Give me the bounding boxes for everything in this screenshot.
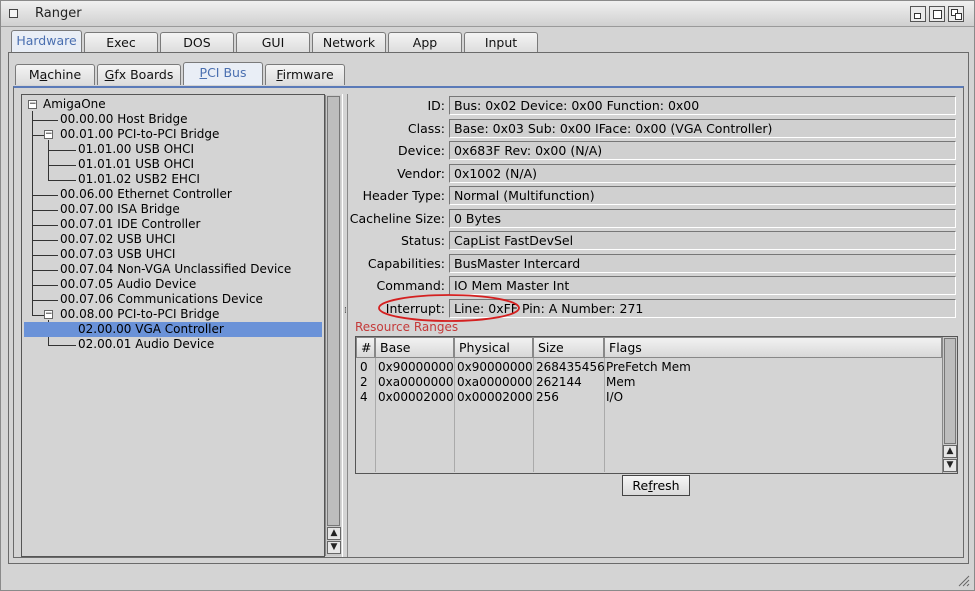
scroll-down-icon[interactable]: ▼: [943, 459, 957, 472]
value-id: Bus: 0x02 Device: 0x00 Function: 0x00: [449, 96, 956, 115]
sub-tab-bar: Machine Gfx Boards PCI Bus Firmware: [15, 62, 345, 85]
row-2-index: 4: [360, 390, 368, 404]
collapse-icon[interactable]: −: [44, 130, 53, 139]
value-command: IO Mem Master Int: [449, 276, 956, 295]
title-bar[interactable]: Ranger: [1, 1, 974, 27]
tab-pci-bus[interactable]: PCI Bus: [183, 62, 263, 85]
resize-grip-icon[interactable]: [958, 575, 970, 587]
collapse-icon[interactable]: −: [28, 100, 37, 109]
tree-scrollbar[interactable]: ▲ ▼: [325, 95, 341, 556]
zoom-icon[interactable]: [929, 6, 945, 22]
value-device: 0x683F Rev: 0x00 (N/A): [449, 141, 956, 160]
row-2-flags: I/O: [606, 390, 624, 404]
tab-firmware[interactable]: Firmware: [265, 64, 345, 85]
pane-splitter[interactable]: ⁞: [342, 94, 348, 557]
row-2-size: 256: [536, 390, 559, 404]
column-header-size[interactable]: Size: [533, 337, 604, 358]
label-class: Class:: [407, 121, 445, 136]
column-header-physical[interactable]: Physical: [454, 337, 533, 358]
row-1-physical: 0xa0000000: [457, 375, 533, 389]
label-header-type: Header Type:: [362, 188, 445, 203]
tab-gfx-boards[interactable]: Gfx Boards: [97, 64, 181, 85]
collapse-icon[interactable]: −: [44, 310, 53, 319]
label-device: Device:: [398, 143, 445, 158]
label-id: ID:: [427, 98, 445, 113]
row-1-flags: Mem: [606, 375, 636, 389]
column-header-flags[interactable]: Flags: [604, 337, 942, 358]
value-class: Base: 0x03 Sub: 0x00 IFace: 0x00 (VGA Co…: [449, 119, 956, 138]
label-capabilities: Capabilities:: [367, 256, 445, 271]
refresh-button[interactable]: Refresh: [622, 475, 690, 496]
tab-dos[interactable]: DOS: [160, 32, 234, 53]
depth-icon[interactable]: [948, 6, 964, 22]
value-capabilities: BusMaster Intercard: [449, 254, 956, 273]
resource-ranges-list[interactable]: # Base Physical Size Flags 0 0x90000000 …: [355, 336, 958, 474]
label-cacheline-size: Cacheline Size:: [349, 211, 445, 226]
row-2-physical: 0x00002000: [457, 390, 533, 404]
iconify-icon[interactable]: [910, 6, 926, 22]
pci-device-tree[interactable]: − AmigaOne 00.00.00 Host Bridge − 00.01.…: [21, 94, 325, 557]
row-2-base: 0x00002000: [378, 390, 454, 404]
label-command: Command:: [376, 278, 445, 293]
row-0-base: 0x90000000: [378, 360, 454, 374]
tab-input[interactable]: Input: [464, 32, 538, 53]
value-header-type: Normal (Multifunction): [449, 186, 956, 205]
tab-machine[interactable]: Machine: [15, 64, 95, 85]
row-0-index: 0: [360, 360, 368, 374]
tab-hardware[interactable]: Hardware: [11, 30, 82, 53]
value-cacheline-size: 0 Bytes: [449, 209, 956, 228]
tab-network[interactable]: Network: [312, 32, 386, 53]
resource-list-scrollbar-thumb[interactable]: [944, 338, 956, 444]
scroll-down-icon[interactable]: ▼: [327, 541, 341, 554]
tab-exec[interactable]: Exec: [84, 32, 158, 53]
scroll-up-icon[interactable]: ▲: [943, 445, 957, 458]
value-interrupt: Line: 0xFF Pin: A Number: 271: [449, 299, 956, 318]
value-status: CapList FastDevSel: [449, 231, 956, 250]
value-vendor: 0x1002 (N/A): [449, 164, 956, 183]
tab-app[interactable]: App: [388, 32, 462, 53]
window-title: Ranger: [35, 6, 82, 21]
label-status: Status:: [400, 233, 445, 248]
row-0-size: 268435456: [536, 360, 605, 374]
main-tab-bar: Hardware Exec DOS GUI Network App Input: [11, 30, 538, 53]
column-header-base[interactable]: Base: [375, 337, 454, 358]
row-1-size: 262144: [536, 375, 582, 389]
label-vendor: Vendor:: [397, 166, 445, 181]
close-icon[interactable]: [9, 9, 18, 18]
column-header-index[interactable]: #: [356, 337, 375, 358]
row-1-index: 2: [360, 375, 368, 389]
resource-list-scrollbar[interactable]: ▲ ▼: [942, 337, 957, 473]
scroll-up-icon[interactable]: ▲: [327, 527, 341, 540]
row-1-base: 0xa0000000: [378, 375, 454, 389]
tab-gui[interactable]: GUI: [236, 32, 310, 53]
row-0-physical: 0x90000000: [457, 360, 533, 374]
row-0-flags: PreFetch Mem: [606, 360, 691, 374]
ranger-window: Ranger Hardware Exec DOS GUI Network App…: [0, 0, 975, 591]
resource-ranges-title: Resource Ranges: [355, 320, 459, 334]
